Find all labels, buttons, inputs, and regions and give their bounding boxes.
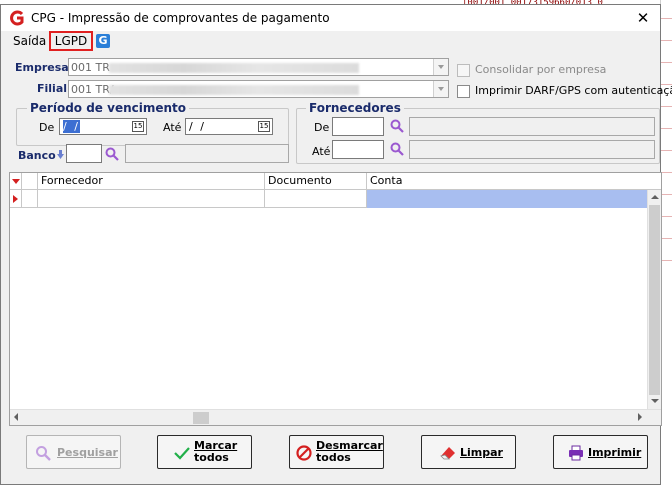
close-button[interactable]: ✕ [626, 5, 660, 31]
marcar-line-2: todos [194, 451, 229, 464]
triangle-right-icon [13, 195, 18, 203]
limpar-button[interactable]: Limpar [421, 435, 516, 469]
fornecedor-ate-description [409, 140, 655, 159]
scroll-up-icon[interactable] [648, 190, 662, 204]
g-app-icon[interactable]: G [96, 34, 110, 48]
menu-item-lgpd[interactable]: LGPD [49, 31, 93, 51]
vertical-scroll-thumb[interactable] [649, 205, 660, 395]
triangle-down-icon [12, 179, 20, 184]
row-indicator [10, 190, 22, 208]
search-icon [36, 446, 51, 461]
bg-divider [661, 150, 672, 151]
scroll-left-icon[interactable] [10, 410, 24, 424]
fornecedor-de-input[interactable] [332, 117, 384, 136]
marcar-todos-button[interactable]: Marcar todos [157, 435, 252, 469]
results-grid[interactable]: Fornecedor Documento Conta [9, 172, 662, 426]
scroll-down-icon[interactable] [648, 394, 662, 408]
empresa-combo[interactable]: 001 TR [68, 58, 449, 76]
menu-bar: Saída LGPD G [1, 31, 660, 51]
periodo-ate-label: Até [163, 121, 182, 134]
limpar-label: Limpar [460, 446, 503, 459]
desmarcar-line-2: todos [316, 451, 351, 464]
periodo-ate-input[interactable]: / / 15 [185, 118, 273, 135]
grid-header-spacer [22, 173, 38, 190]
required-arrow-icon [57, 150, 64, 159]
pesquisar-button[interactable]: Pesquisar [26, 435, 121, 469]
fornecedores-title: Fornecedores [306, 101, 404, 115]
fornecedor-de-description [409, 117, 655, 136]
marcar-todos-label: Marcar todos [194, 440, 237, 464]
fornecedor-ate-label: Até [312, 145, 331, 158]
calendar-icon[interactable]: 15 [258, 121, 270, 132]
row-cell-conta[interactable] [367, 190, 647, 208]
periodo-ate-value: / / [189, 120, 206, 133]
chevron-down-icon[interactable] [433, 81, 448, 97]
bg-divider [661, 128, 672, 129]
row-cell-check[interactable] [22, 190, 38, 208]
chevron-down-icon[interactable] [433, 59, 448, 75]
printer-icon [569, 445, 583, 461]
title-bar: CPG - Impressão de comprovantes de pagam… [1, 5, 660, 31]
grid-select-all[interactable] [10, 173, 22, 190]
imprimir-darf-label: Imprimir DARF/GPS com autenticação [475, 84, 672, 97]
bg-divider [661, 106, 672, 107]
imprimir-button[interactable]: Imprimir [553, 435, 648, 469]
column-header-conta[interactable]: Conta [367, 173, 661, 190]
search-icon[interactable] [390, 119, 404, 133]
eraser-icon [440, 447, 455, 460]
no-entry-icon [296, 445, 312, 461]
desmarcar-todos-label: Desmarcar todos [316, 440, 383, 464]
redacted-text [109, 85, 359, 95]
scroll-right-icon[interactable] [633, 410, 647, 424]
search-icon[interactable] [390, 142, 404, 156]
desmarcar-todos-button[interactable]: Desmarcar todos [289, 435, 384, 469]
imprimir-label: Imprimir [588, 446, 642, 459]
g-logo-icon [10, 10, 24, 26]
checkmark-icon [174, 447, 190, 460]
filial-combo[interactable]: 001 TR/ [68, 80, 449, 98]
bg-divider [661, 62, 672, 63]
table-row[interactable] [10, 190, 647, 208]
bg-divider [661, 194, 672, 195]
dialog-window: CPG - Impressão de comprovantes de pagam… [0, 4, 672, 485]
menu-item-saida[interactable]: Saída [13, 34, 46, 48]
column-header-fornecedor[interactable]: Fornecedor [38, 173, 265, 190]
periodo-title: Período de vencimento [27, 101, 190, 115]
calendar-icon[interactable]: 15 [132, 121, 144, 132]
periodo-de-input[interactable]: / / 15 [59, 118, 147, 135]
empresa-value: 001 TR [71, 61, 110, 74]
horizontal-scroll-thumb[interactable] [193, 412, 209, 424]
consolidar-checkbox[interactable] [457, 64, 470, 77]
vertical-scrollbar[interactable] [647, 190, 661, 409]
window-title: CPG - Impressão de comprovantes de pagam… [31, 11, 330, 25]
banco-description [125, 144, 289, 163]
pesquisar-label: Pesquisar [57, 446, 118, 459]
banco-input[interactable] [66, 144, 102, 163]
bg-divider [661, 40, 672, 41]
bg-divider [661, 172, 672, 173]
bg-divider [661, 260, 672, 261]
bg-divider [661, 216, 672, 217]
grid-header: Fornecedor Documento Conta [10, 173, 661, 190]
row-cell-fornecedor[interactable] [38, 190, 265, 208]
empresa-label: Empresa [15, 61, 69, 74]
consolidar-label: Consolidar por empresa [475, 63, 607, 76]
row-cell-documento[interactable] [265, 190, 367, 208]
imprimir-darf-checkbox[interactable] [457, 85, 470, 98]
bg-divider [661, 18, 672, 19]
search-icon[interactable] [105, 147, 119, 161]
fornecedor-ate-input[interactable] [332, 140, 384, 159]
periodo-de-label: De [39, 121, 55, 134]
bg-divider [661, 238, 672, 239]
banco-label: Banco [18, 149, 56, 162]
column-header-documento[interactable]: Documento [265, 173, 367, 190]
horizontal-scrollbar[interactable] [10, 409, 661, 425]
periodo-de-value: / / [63, 120, 80, 133]
fornecedor-de-label: De [314, 121, 330, 134]
filial-value: 001 TR/ [71, 83, 114, 96]
filial-label: Filial [37, 82, 68, 95]
redacted-text [109, 63, 359, 73]
